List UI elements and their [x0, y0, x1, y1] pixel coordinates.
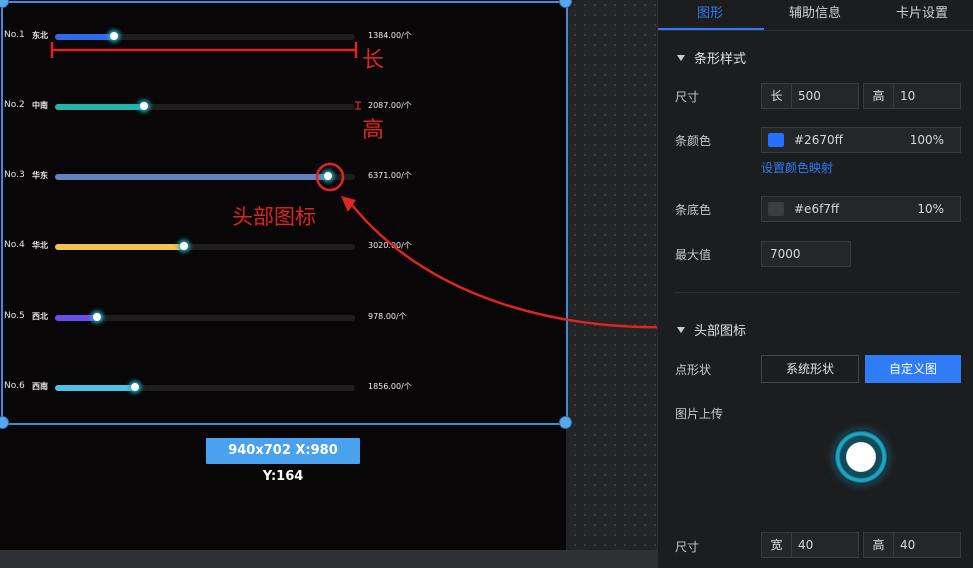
icon-height-prefix: 高 [864, 533, 894, 557]
max-value-label: 最大值 [675, 248, 712, 262]
height-prefix: 高 [864, 84, 894, 108]
head-icon-annotation-label: 头部图标 [232, 205, 316, 229]
base-color-picker[interactable]: #e6f7ff 10% [761, 196, 961, 222]
size-position-tag: 940x702 X:980 Y:164 [206, 438, 360, 484]
length-prefix: 长 [762, 84, 792, 108]
base-color-opacity: 10% [917, 202, 944, 216]
icon-height-field[interactable]: 高 40 [863, 532, 961, 558]
caret-down-icon [677, 327, 685, 333]
size-label: 尺寸 [675, 90, 700, 104]
bar-color-picker[interactable]: #2670ff 100% [761, 127, 961, 153]
resize-handle-top-right[interactable] [559, 0, 572, 8]
resize-handle-bottom-right[interactable] [559, 416, 572, 429]
tab-card-settings[interactable]: 卡片设置 [896, 2, 948, 21]
base-color-hex: #e6f7ff [794, 202, 840, 216]
icon-height-value: 40 [900, 538, 916, 552]
tab-graphic[interactable]: 图形 [697, 2, 723, 21]
section-bar-style-label: 条形样式 [694, 52, 747, 67]
color-mapping-link[interactable]: 设置颜色映射 [761, 159, 833, 176]
length-field[interactable]: 长 500 [761, 83, 859, 109]
icon-size-label: 尺寸 [675, 540, 700, 554]
icon-width-prefix: 宽 [762, 533, 792, 557]
height-annotation-label: 高 [362, 118, 385, 143]
max-value: 7000 [770, 247, 801, 261]
editor-canvas[interactable]: No.1 东北 1384.00/个 No.2 中南 2087.00/个 No.3 华东 6371… [0, 0, 657, 568]
image-upload-label: 图片上传 [675, 407, 724, 421]
section-head-icon[interactable]: 头部图标 [677, 320, 746, 339]
bar-color-hex: #2670ff [794, 133, 843, 147]
system-shape-button[interactable]: 系统形状 [761, 355, 859, 383]
icon-width-value: 40 [798, 538, 814, 552]
custom-image-button[interactable]: 自定义图 [865, 355, 961, 383]
tab-auxiliary-info[interactable]: 辅助信息 [789, 2, 841, 21]
settings-panel: 图形 辅助信息 卡片设置 条形样式 尺寸 长 500 高 10 条颜色 #267… [657, 0, 973, 568]
bar-color-swatch[interactable] [768, 133, 784, 147]
caret-down-icon [677, 55, 685, 61]
height-value: 10 [900, 89, 916, 103]
base-color-swatch[interactable] [768, 202, 784, 216]
point-shape-label: 点形状 [675, 363, 712, 377]
base-color-label: 条底色 [675, 203, 712, 217]
max-value-input[interactable]: 7000 [761, 241, 851, 267]
section-head-icon-label: 头部图标 [694, 324, 747, 339]
glow-dot-icon[interactable] [834, 430, 888, 484]
bar-color-opacity: 100% [909, 133, 944, 147]
length-annotation-label: 长 [362, 48, 385, 73]
height-field[interactable]: 高 10 [863, 83, 961, 109]
section-bar-style[interactable]: 条形样式 [677, 48, 746, 67]
icon-width-field[interactable]: 宽 40 [761, 532, 859, 558]
section-divider [675, 292, 960, 293]
active-tab-indicator [658, 28, 764, 30]
bar-color-label: 条颜色 [675, 134, 712, 148]
canvas-scroll-strip [0, 550, 657, 568]
length-value: 500 [798, 89, 821, 103]
panel-tabs: 图形 辅助信息 卡片设置 [658, 0, 973, 31]
